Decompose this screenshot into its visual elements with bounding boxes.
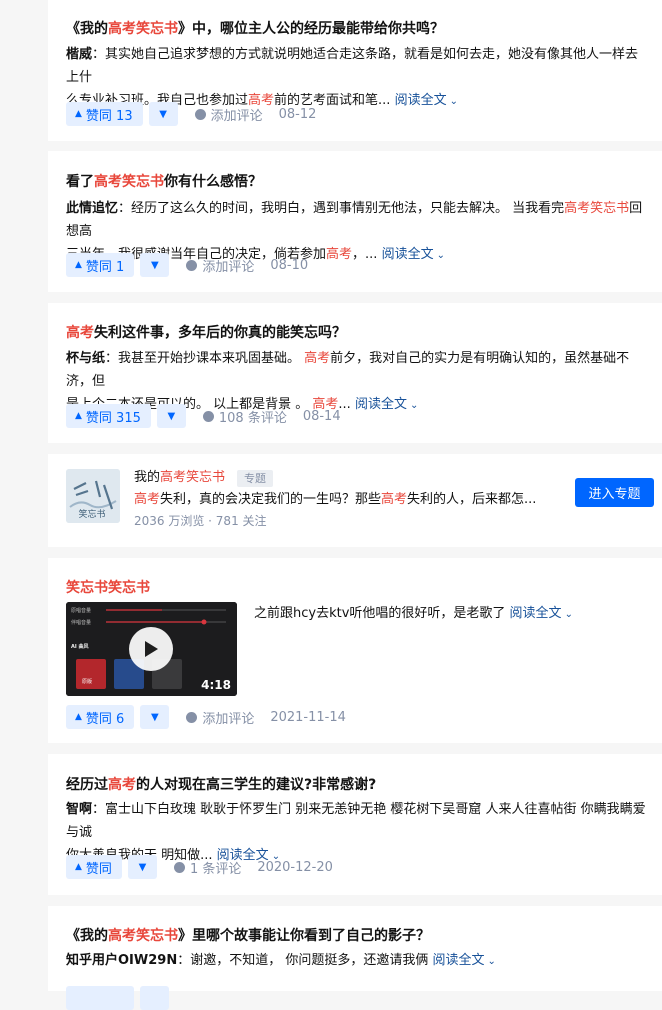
triangle-down-icon: ▼ — [150, 259, 159, 271]
topic-cover-art: 笑忘书 — [66, 469, 120, 523]
read-more-link[interactable]: 阅读全文 ⌄ — [355, 397, 418, 412]
topic-stats: 2036 万浏览 · 781 关注 — [134, 514, 267, 528]
svg-text:伴唱音量: 伴唱音量 — [71, 619, 91, 626]
triangle-down-icon: ▼ — [167, 410, 176, 422]
question-title[interactable]: 《我的高考笑忘书》中，哪位主人公的经历最能带给你共鸣？ — [66, 18, 444, 40]
downvote-button[interactable] — [140, 986, 169, 1010]
chevron-down-icon: ⌄ — [564, 609, 573, 620]
upvote-button[interactable]: ▲ 赞同 6 — [66, 705, 135, 729]
downvote-button[interactable]: ▼ — [127, 855, 157, 879]
triangle-up-icon: ▲ — [75, 109, 82, 119]
comment-button[interactable]: 108 条评论 — [202, 407, 287, 426]
read-more-link[interactable]: 阅读全文 ⌄ — [382, 247, 445, 262]
topic-card: 笑忘书 我的 高考笑忘书 专题 高考失利，真的会决定我们的一生吗？那些高考失利的人… — [48, 454, 662, 547]
play-icon[interactable] — [129, 627, 173, 671]
question-title[interactable]: 《我的高考笑忘书》里哪个故事能让你看到了自己的影子？ — [66, 925, 430, 947]
triangle-down-icon: ▼ — [159, 108, 167, 120]
author-name[interactable]: 楷威 — [66, 47, 92, 62]
video-description[interactable]: 之前跟hcy去ktv听他唱的很好听，是老歌了 阅读全文 ⌄ — [254, 602, 573, 626]
answer-card: 《我的高考笑忘书》里哪个故事能让你看到了自己的影子？ 知乎用户OIW29N：谢邀… — [48, 906, 662, 1010]
upvote-button[interactable]: ▲ 赞同 13 — [66, 102, 143, 126]
action-bar: ▲ 赞同 6 ▼ 添加评论 2021-11-14 — [66, 705, 346, 729]
triangle-up-icon: ▲ — [75, 862, 82, 872]
comment-button[interactable]: 添加评论 — [194, 105, 263, 124]
answer-card: 高考失利这件事，多年后的你真的能笑忘吗？ 杯与纸：我甚至开始抄课本来巩固基础。 … — [48, 303, 662, 443]
upvote-button[interactable]: ▲ 赞同 — [66, 855, 122, 879]
upvote-button[interactable] — [66, 986, 134, 1010]
cover-text: 笑忘书 — [78, 508, 105, 520]
author-name[interactable]: 杯与纸 — [66, 351, 105, 366]
author-name[interactable]: 智啊 — [66, 802, 92, 817]
action-bar — [66, 986, 169, 1010]
read-more-link[interactable]: 阅读全文 ⌄ — [432, 953, 495, 968]
triangle-down-icon: ▼ — [150, 711, 159, 723]
comment-icon — [173, 861, 185, 873]
svg-text:原唱音量: 原唱音量 — [71, 607, 91, 614]
video-title[interactable]: 笑忘书笑忘书 — [66, 577, 150, 599]
comment-button[interactable]: 添加评论 — [186, 256, 254, 275]
question-title[interactable]: 经历过高考的人对现在高三学生的建议?非常感谢? — [66, 774, 376, 796]
triangle-up-icon: ▲ — [75, 712, 82, 722]
post-date: 2020-12-20 — [257, 859, 333, 875]
action-bar: ▲ 赞同 ▼ 1 条评论 2020-12-20 — [66, 855, 333, 879]
post-date: 08-14 — [302, 408, 341, 424]
action-bar: ▲ 赞同 1 ▼ 添加评论 08-10 — [66, 253, 308, 277]
video-thumbnail[interactable]: 原唱音量 伴唱音量 AI 曲风 原版 4:18 — [66, 602, 237, 696]
action-bar: ▲ 赞同 315 ▼ 108 条评论 08-14 — [66, 404, 341, 428]
chevron-down-icon: ⌄ — [449, 96, 458, 107]
answer-excerpt[interactable]: 知乎用户OIW29N：谢邀，不知道， 你问题挺多，还邀请我俩 阅读全文 ⌄ — [66, 949, 650, 973]
author-name[interactable]: 此情追忆 — [66, 201, 118, 216]
triangle-down-icon: ▼ — [138, 861, 147, 873]
author-name[interactable]: 知乎用户OIW29N — [66, 953, 177, 968]
comment-icon — [186, 259, 198, 271]
topic-tag-badge: 专题 — [237, 469, 274, 487]
search-results-feed: 《我的高考笑忘书》中，哪位主人公的经历最能带给你共鸣？ 楷威：其实她自己追求梦想… — [0, 0, 662, 1010]
svg-text:原版: 原版 — [82, 678, 92, 685]
read-more-link[interactable]: 阅读全文 ⌄ — [395, 93, 458, 108]
topic-cover-image[interactable]: 笑忘书 — [66, 469, 120, 523]
answer-card: 看了高考笑忘书你有什么感悟？ 此情追忆：经历了这么久的时间，我明白，遇到事情别无… — [48, 151, 662, 292]
chevron-down-icon: ⌄ — [409, 400, 419, 411]
downvote-button[interactable]: ▼ — [156, 404, 186, 428]
question-title[interactable]: 看了高考笑忘书你有什么感悟？ — [66, 171, 262, 193]
comment-icon — [194, 108, 206, 120]
triangle-up-icon: ▲ — [75, 411, 82, 421]
answer-card: 经历过高考的人对现在高三学生的建议?非常感谢? 智啊：富士山下白玫瑰 耿耿于怀罗… — [48, 754, 662, 895]
comment-icon — [202, 410, 214, 422]
video-duration: 4:18 — [201, 678, 231, 692]
post-date: 08-12 — [278, 106, 317, 122]
downvote-button[interactable]: ▼ — [140, 705, 170, 729]
downvote-button[interactable]: ▼ — [140, 253, 170, 277]
topic-name[interactable]: 我的 高考笑忘书 专题 — [134, 467, 274, 489]
upvote-button[interactable]: ▲ 赞同 1 — [66, 253, 135, 277]
video-answer-card: 笑忘书笑忘书 原唱音量 伴唱音量 AI 曲风 原版 4:18 之前跟hcy去kt… — [48, 558, 662, 743]
comment-button[interactable]: 添加评论 — [186, 708, 254, 727]
comment-icon — [186, 711, 198, 723]
comment-button[interactable]: 1 条评论 — [173, 858, 241, 877]
read-more-link[interactable]: 阅读全文 ⌄ — [510, 606, 573, 621]
triangle-up-icon: ▲ — [75, 260, 82, 270]
post-date: 08-10 — [270, 257, 309, 273]
post-date: 2021-11-14 — [270, 709, 346, 725]
answer-card: 《我的高考笑忘书》中，哪位主人公的经历最能带给你共鸣？ 楷威：其实她自己追求梦想… — [48, 0, 662, 141]
downvote-button[interactable]: ▼ — [148, 102, 178, 126]
action-bar: ▲ 赞同 13 ▼ 添加评论 08-12 — [66, 102, 316, 126]
svg-text:AI 曲风: AI 曲风 — [71, 643, 88, 650]
enter-topic-button[interactable]: 进入专题 — [575, 478, 654, 507]
topic-description: 高考失利，真的会决定我们的一生吗？那些高考失利的人，后来都怎... — [134, 492, 537, 507]
chevron-down-icon: ⌄ — [487, 956, 496, 967]
chevron-down-icon: ⌄ — [436, 250, 445, 261]
question-title[interactable]: 高考失利这件事，多年后的你真的能笑忘吗？ — [66, 322, 346, 344]
upvote-button[interactable]: ▲ 赞同 315 — [66, 404, 151, 428]
